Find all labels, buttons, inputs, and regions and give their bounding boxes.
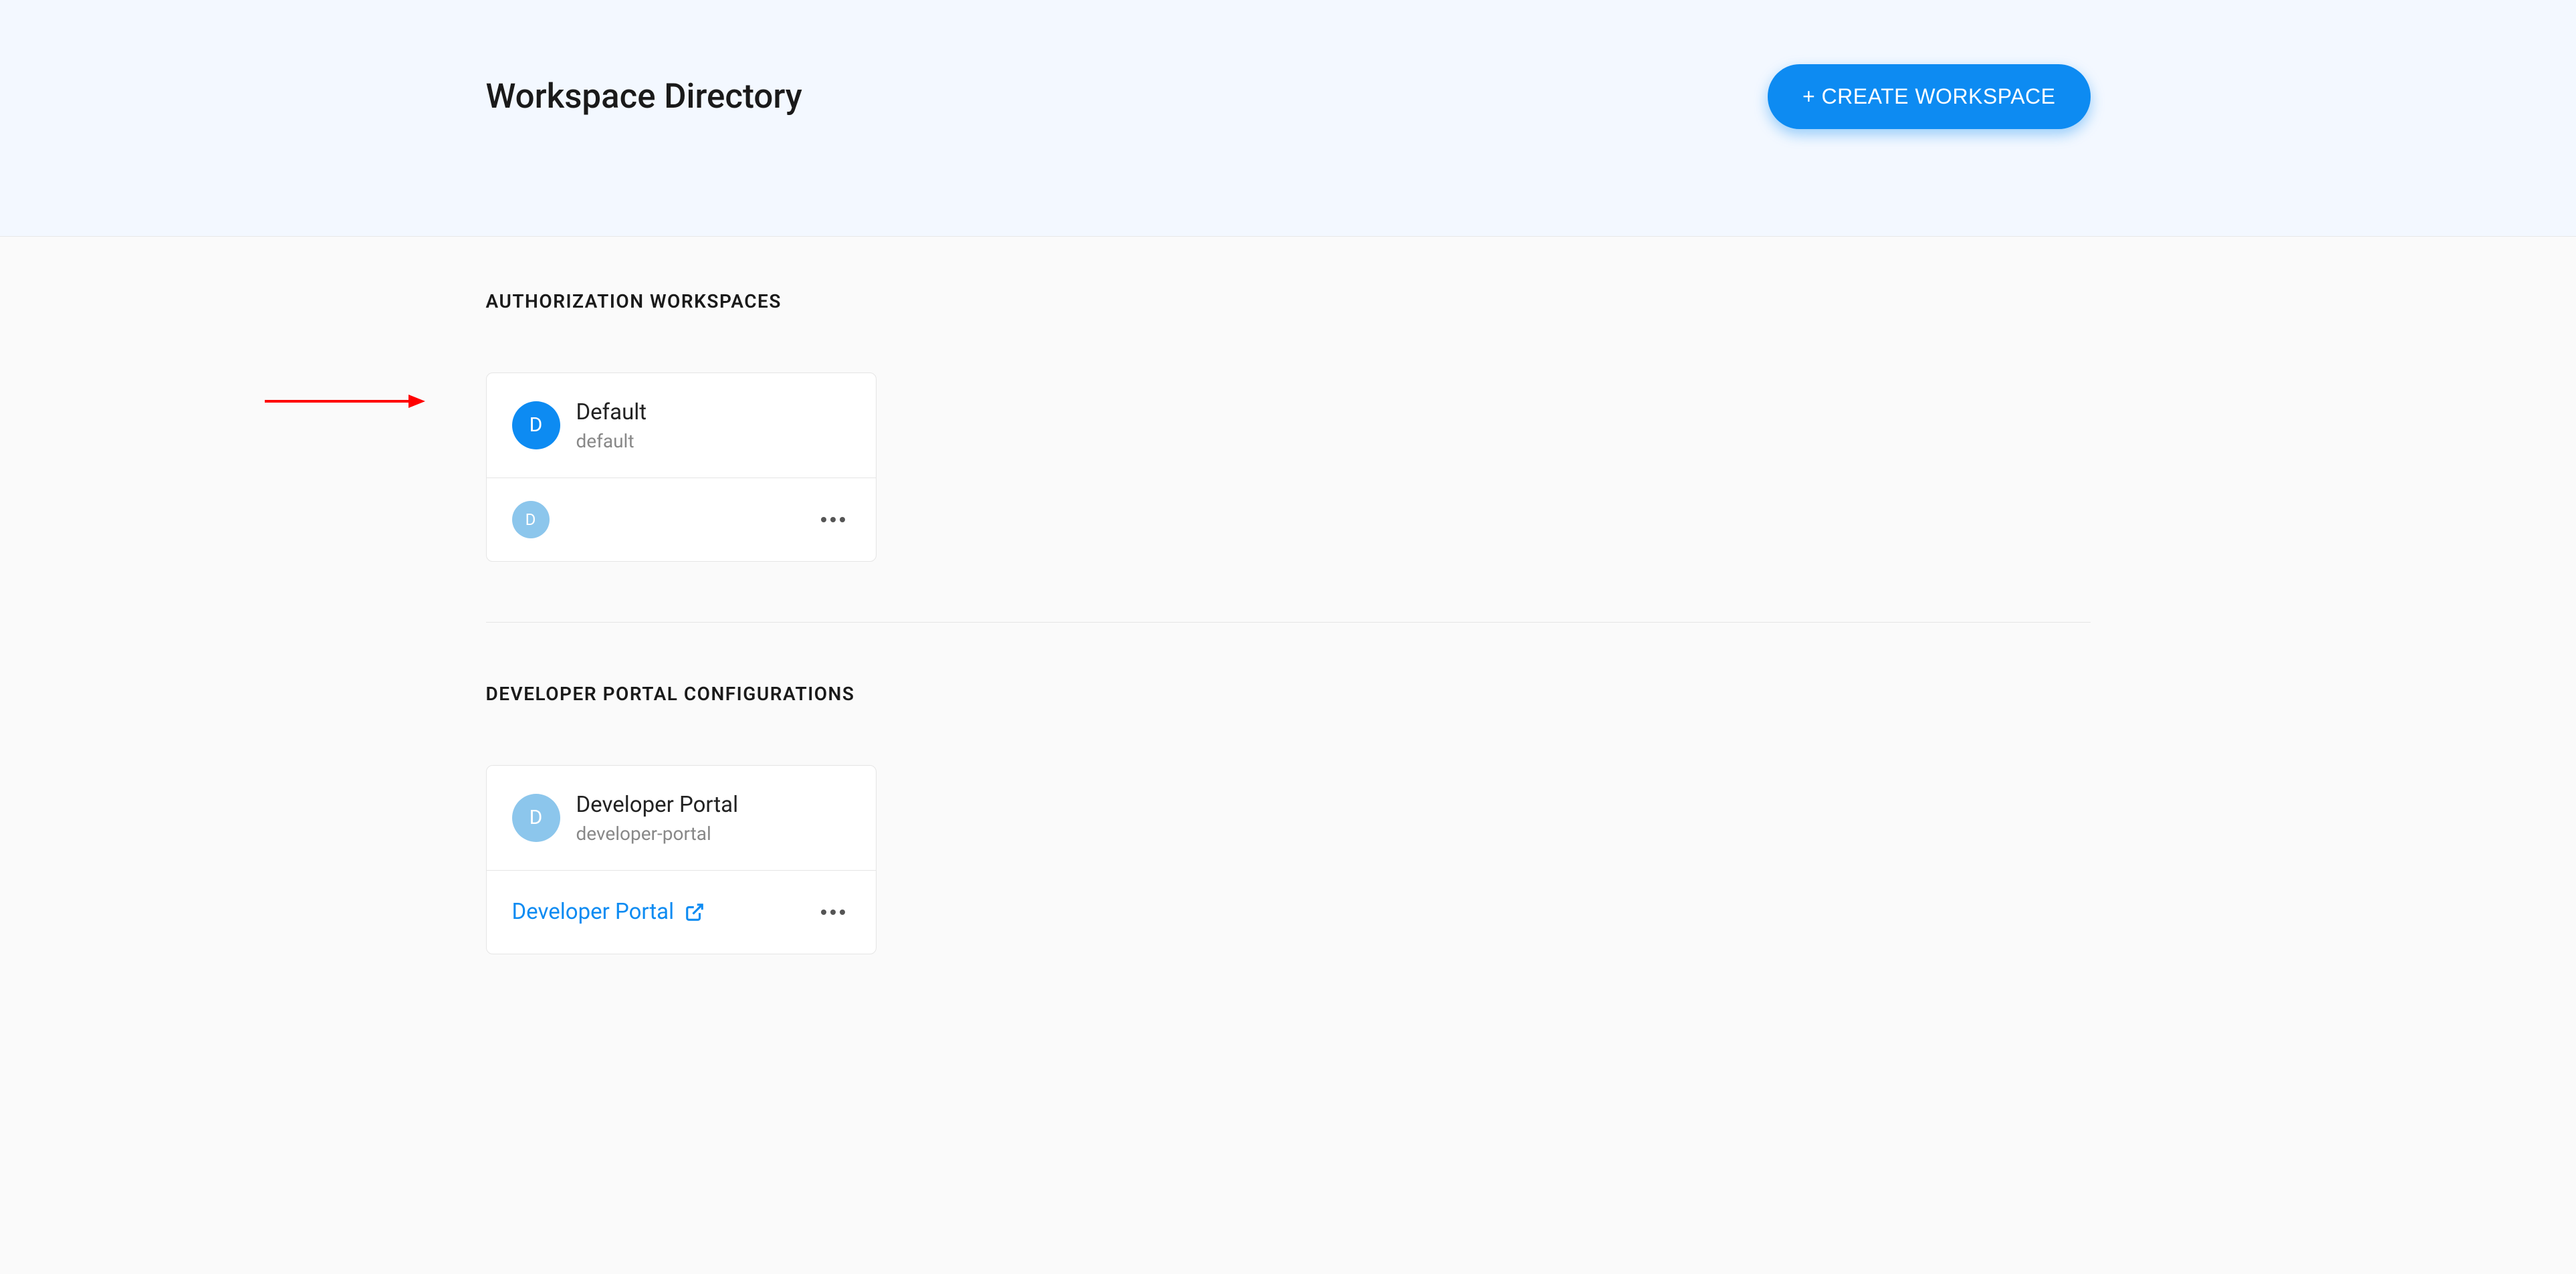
authorization-workspaces-section: AUTHORIZATION WORKSPACES D Default defau… bbox=[486, 290, 2091, 562]
header-band: Workspace Directory + CREATE WORKSPACE bbox=[0, 0, 2576, 237]
workspace-card-footer: D bbox=[487, 478, 876, 561]
ellipsis-icon bbox=[821, 517, 845, 522]
workspace-avatar: D bbox=[512, 401, 560, 449]
section-label-authorization: AUTHORIZATION WORKSPACES bbox=[486, 290, 2091, 312]
workspace-more-menu-button[interactable] bbox=[816, 512, 850, 528]
section-divider bbox=[486, 622, 2091, 623]
page-container: Workspace Directory + CREATE WORKSPACE A… bbox=[0, 0, 2576, 1274]
workspace-card-default[interactable]: D Default default D bbox=[486, 373, 876, 562]
workspace-card-title: Default bbox=[576, 399, 647, 427]
section-label-devportal: DEVELOPER PORTAL CONFIGURATIONS bbox=[486, 683, 2091, 705]
devportal-link[interactable]: Developer Portal bbox=[512, 899, 705, 925]
annotation-arrow bbox=[265, 391, 425, 414]
main-content: AUTHORIZATION WORKSPACES D Default defau… bbox=[459, 237, 2117, 954]
devportal-card[interactable]: D Developer Portal developer-portal Deve… bbox=[486, 765, 876, 954]
devportal-card-subtitle: developer-portal bbox=[576, 823, 739, 845]
devportal-card-footer: Developer Portal bbox=[487, 871, 876, 954]
external-link-icon bbox=[685, 902, 705, 922]
workspace-footer-avatar: D bbox=[512, 501, 550, 538]
devportal-card-title: Developer Portal bbox=[576, 791, 739, 820]
developer-portal-section: DEVELOPER PORTAL CONFIGURATIONS D Develo… bbox=[486, 683, 2091, 954]
devportal-card-header: D Developer Portal developer-portal bbox=[487, 766, 876, 871]
devportal-link-label: Developer Portal bbox=[512, 899, 675, 925]
workspace-card-header: D Default default bbox=[487, 373, 876, 478]
create-workspace-button[interactable]: + CREATE WORKSPACE bbox=[1768, 64, 2091, 129]
ellipsis-icon bbox=[821, 910, 845, 915]
page-title: Workspace Directory bbox=[486, 77, 802, 116]
devportal-avatar: D bbox=[512, 794, 560, 842]
devportal-more-menu-button[interactable] bbox=[816, 904, 850, 920]
workspace-card-subtitle: default bbox=[576, 430, 647, 452]
